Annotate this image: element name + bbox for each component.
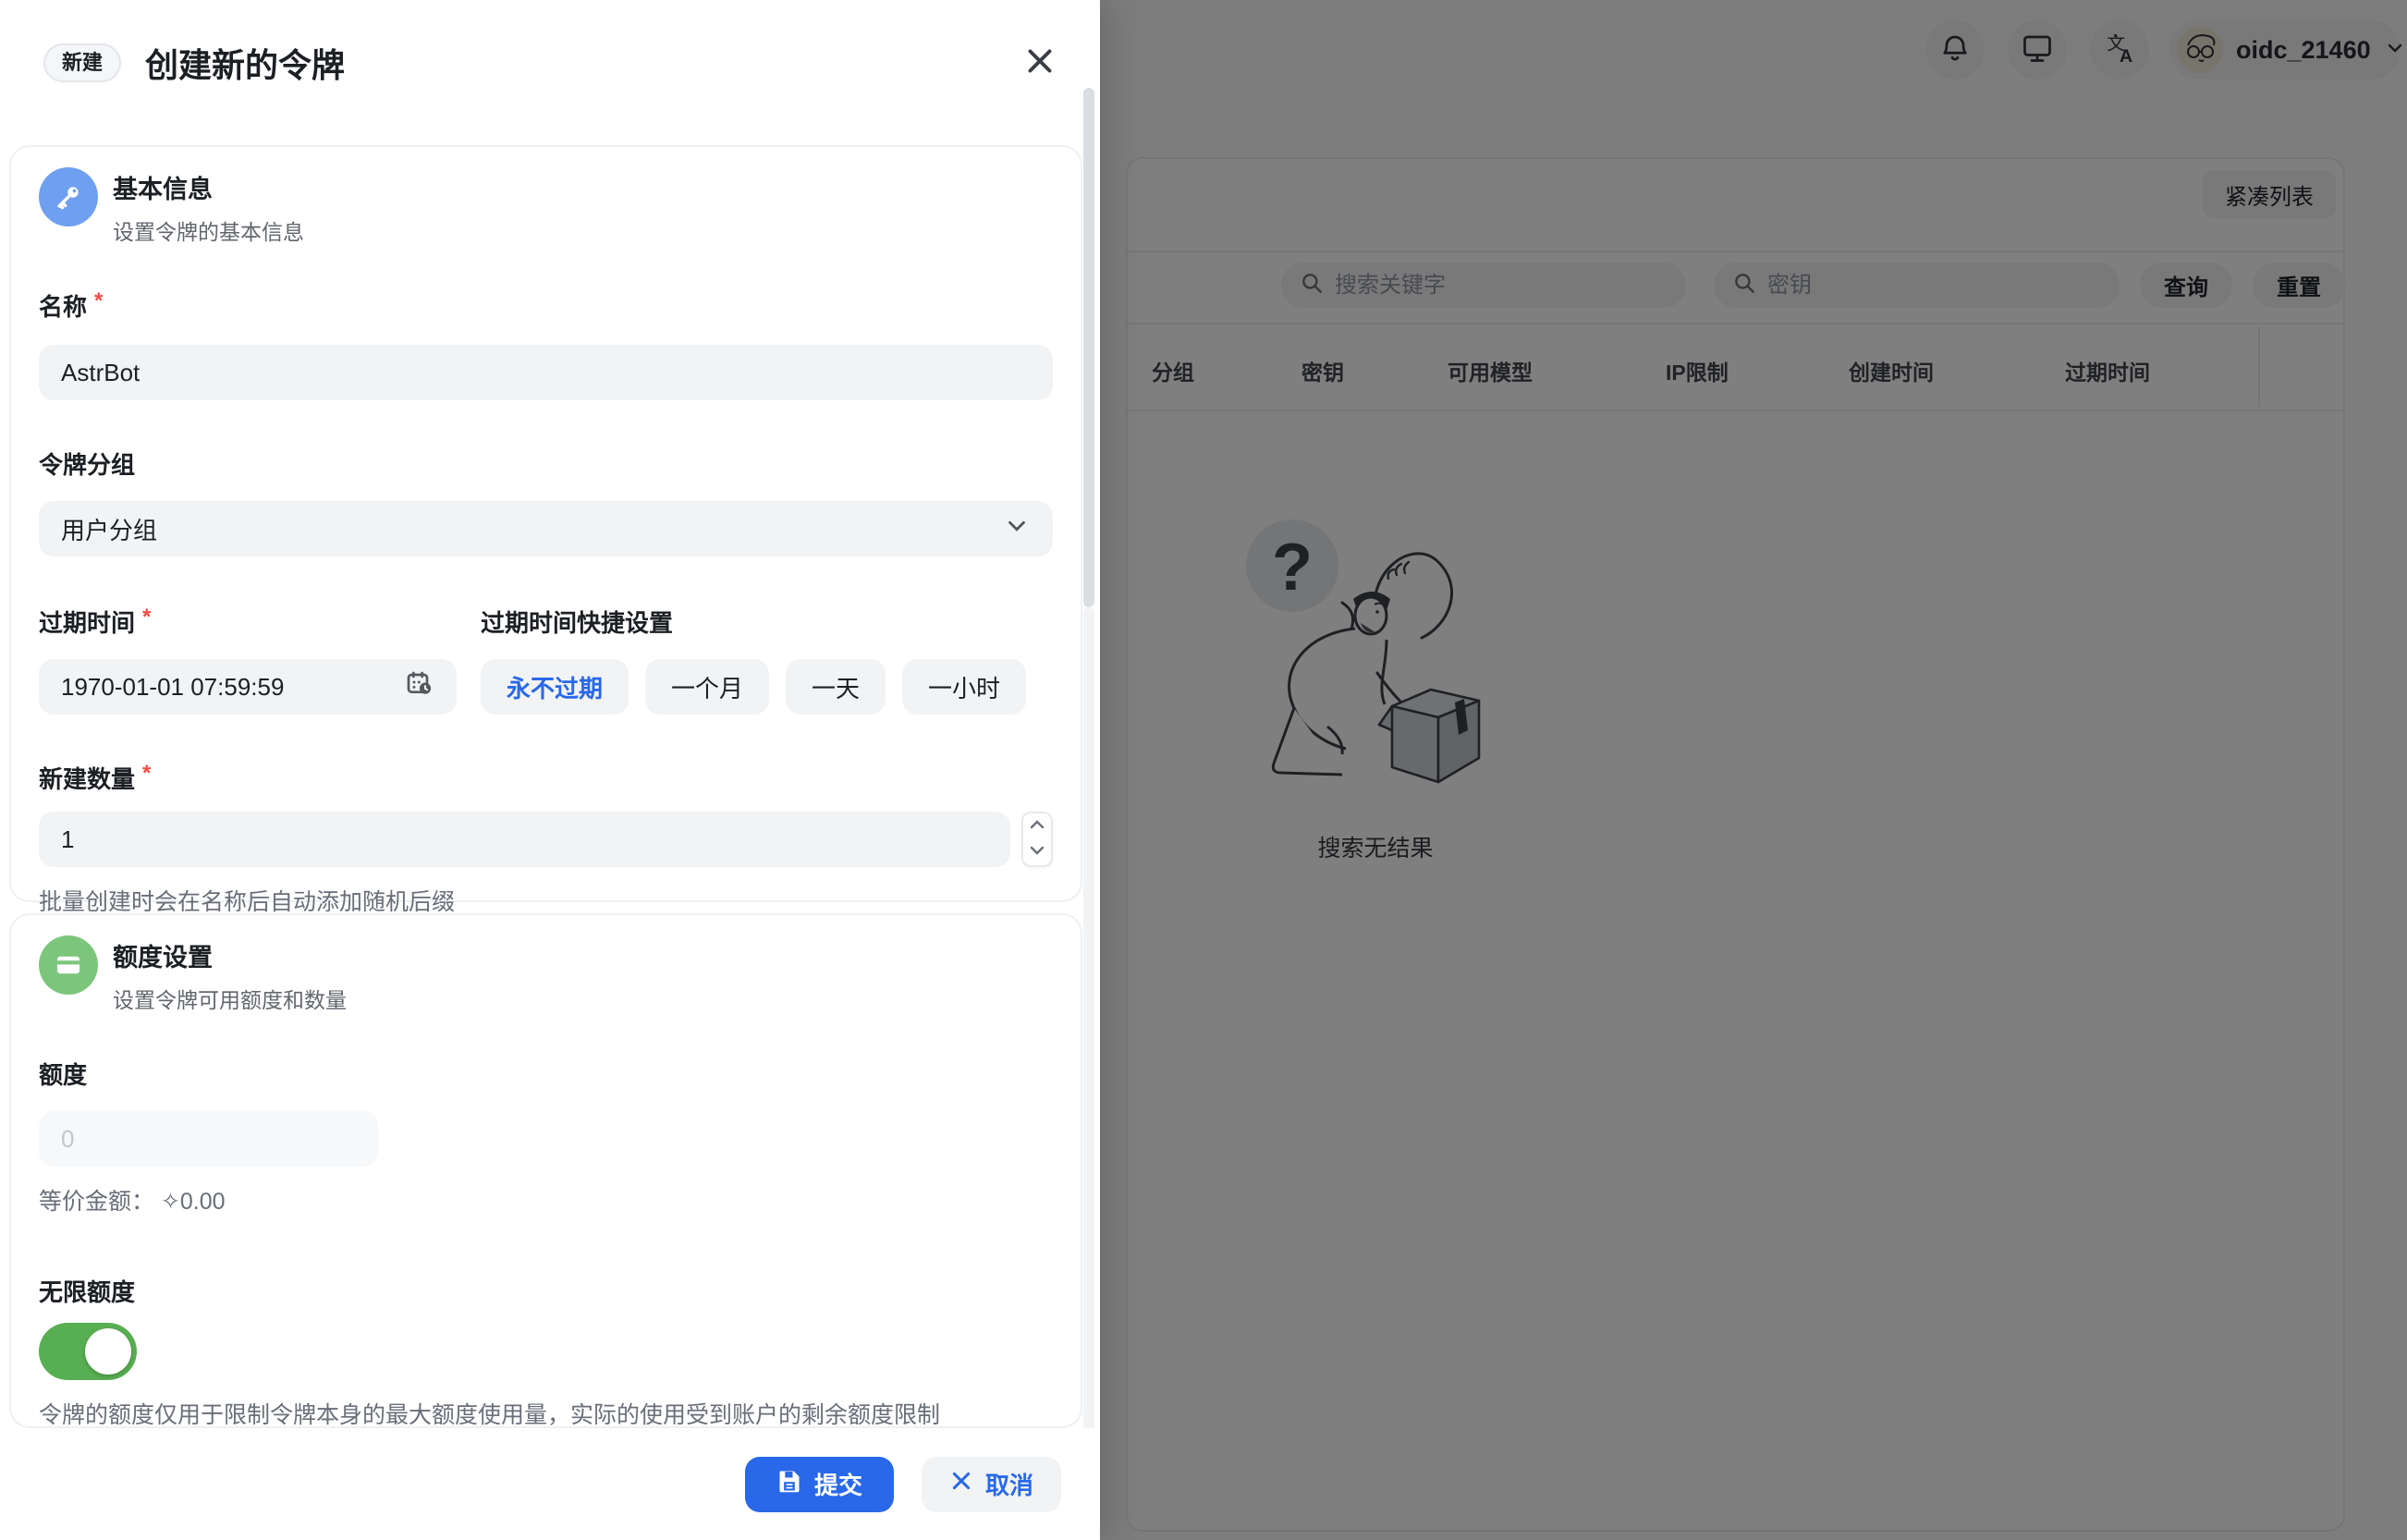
count-input[interactable] <box>61 825 988 854</box>
basic-info-header: 基本信息 设置令牌的基本信息 <box>39 167 1053 246</box>
required-asterisk: * <box>142 605 151 629</box>
stepper-down-icon[interactable] <box>1028 844 1046 862</box>
count-row <box>39 812 1053 867</box>
quota-header: 额度设置 设置令牌可用额度和数量 <box>39 935 1053 1014</box>
credit-card-icon <box>39 935 98 995</box>
quota-field[interactable] <box>39 1111 378 1167</box>
expire-time-label: 过期时间* <box>39 605 457 639</box>
basic-info-title: 基本信息 <box>113 167 304 205</box>
calendar-clock-icon <box>405 669 434 705</box>
basic-info-subtitle: 设置令牌的基本信息 <box>113 214 304 246</box>
name-label: 名称* <box>39 288 1053 323</box>
quota-title: 额度设置 <box>113 935 347 973</box>
stepper-up-icon[interactable] <box>1028 818 1046 836</box>
submit-button[interactable]: 提交 <box>745 1457 894 1512</box>
mode-badge: 新建 <box>43 43 121 82</box>
vertical-scrollbar-track <box>1083 607 1094 1522</box>
save-icon <box>776 1468 802 1500</box>
quota-subtitle: 设置令牌可用额度和数量 <box>113 983 347 1014</box>
cancel-label: 取消 <box>985 1467 1033 1501</box>
basic-info-card: 基本信息 设置令牌的基本信息 名称* 令牌分组 用户分组 <box>9 145 1082 902</box>
toggle-knob <box>85 1328 131 1375</box>
quick-option-day[interactable]: 一天 <box>786 659 886 715</box>
count-stepper[interactable] <box>1021 812 1053 867</box>
equivalent-amount: 等价金额： ✧0.00 <box>39 1183 1053 1220</box>
quick-option-never[interactable]: 永不过期 <box>481 659 629 715</box>
submit-label: 提交 <box>814 1467 862 1501</box>
drawer-header: 新建 创建新的令牌 <box>43 39 345 87</box>
key-icon <box>39 167 98 226</box>
count-label: 新建数量* <box>39 761 1053 795</box>
name-field[interactable] <box>39 345 1053 400</box>
quick-option-hour[interactable]: 一小时 <box>902 659 1026 715</box>
quota-label: 额度 <box>39 1057 1053 1091</box>
cancel-button[interactable]: 取消 <box>922 1457 1061 1512</box>
app-root: 文 A oidc_21460 紧凑 <box>0 0 2407 1540</box>
quick-expire-label: 过期时间快捷设置 <box>481 605 1026 639</box>
create-token-drawer: 新建 创建新的令牌 基本信息 设置令牌的基本信息 <box>0 0 1100 1540</box>
expire-row: 过期时间* <box>39 605 1053 715</box>
expire-time-picker[interactable] <box>39 659 457 715</box>
quota-card: 额度设置 设置令牌可用额度和数量 额度 等价金额： ✧0.00 无限额度 令牌的… <box>9 913 1082 1428</box>
close-icon <box>1023 44 1057 82</box>
token-group-value: 用户分组 <box>61 512 157 546</box>
count-field[interactable] <box>39 812 1010 867</box>
name-input[interactable] <box>61 359 1031 387</box>
quick-expire-options: 永不过期 一个月 一天 一小时 <box>481 659 1026 715</box>
drawer-title: 创建新的令牌 <box>145 39 345 87</box>
close-button[interactable] <box>1020 43 1060 83</box>
unlimited-quota-label: 无限额度 <box>39 1274 1053 1308</box>
drawer-footer: 提交 取消 <box>0 1428 1100 1540</box>
unlimited-quota-toggle[interactable] <box>39 1323 137 1380</box>
quota-helper-text: 令牌的额度仅用于限制令牌本身的最大额度使用量，实际的使用受到账户的剩余额度限制 <box>39 1397 1056 1428</box>
x-icon <box>949 1469 973 1499</box>
required-asterisk: * <box>142 761 151 785</box>
chevron-down-icon <box>1003 512 1031 546</box>
vertical-scrollbar[interactable] <box>1083 88 1094 607</box>
required-asterisk: * <box>94 288 103 312</box>
token-group-select[interactable]: 用户分组 <box>39 501 1053 556</box>
expire-time-input[interactable] <box>61 673 366 702</box>
quota-input[interactable] <box>61 1125 356 1154</box>
token-group-label: 令牌分组 <box>39 446 1053 481</box>
quick-option-month[interactable]: 一个月 <box>645 659 769 715</box>
